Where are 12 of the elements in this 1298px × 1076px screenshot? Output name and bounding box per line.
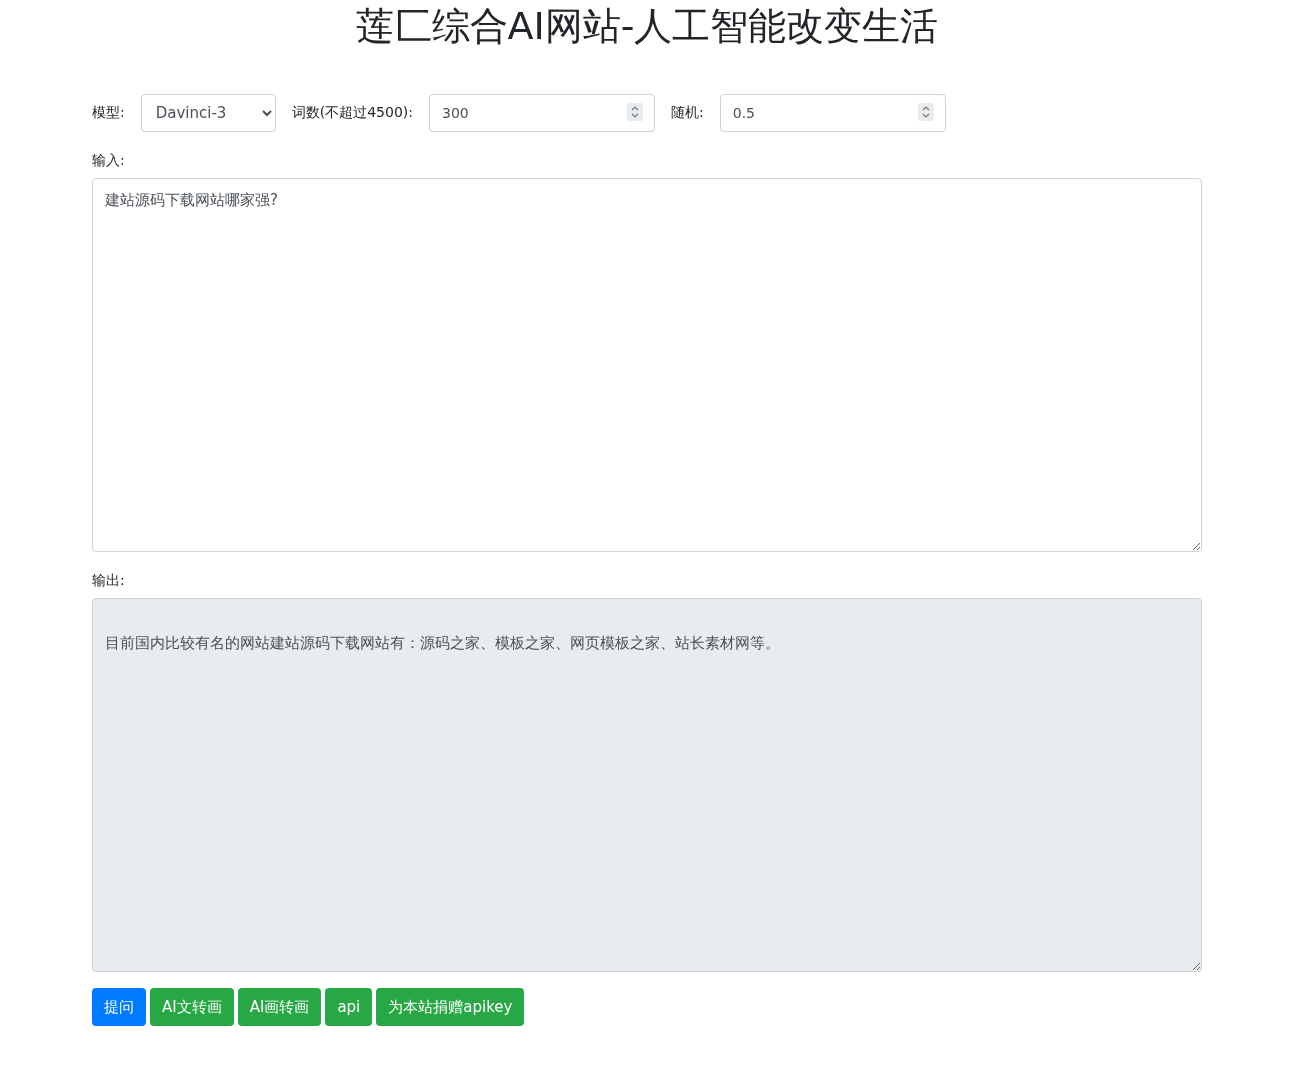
number-field[interactable]: 0.5 [719,94,946,132]
field-label: 随机: [671,104,704,122]
spinner-icon[interactable] [627,103,643,121]
model-select[interactable]: Davinci-3 [140,94,276,132]
page-title: 莲匚综合AI网站-人工智能改变生活 [354,3,940,50]
output-label: 输出: [92,572,126,590]
field-label: 模型: [92,104,125,122]
input-label: 输入: [92,152,126,170]
action-button[interactable]: 提问 [92,988,146,1026]
field-label: 词数(不超过4500): [291,104,413,122]
number-field[interactable]: 300 [429,94,655,132]
input-field[interactable]: 建站源码下载网站哪家强? [92,178,1202,552]
